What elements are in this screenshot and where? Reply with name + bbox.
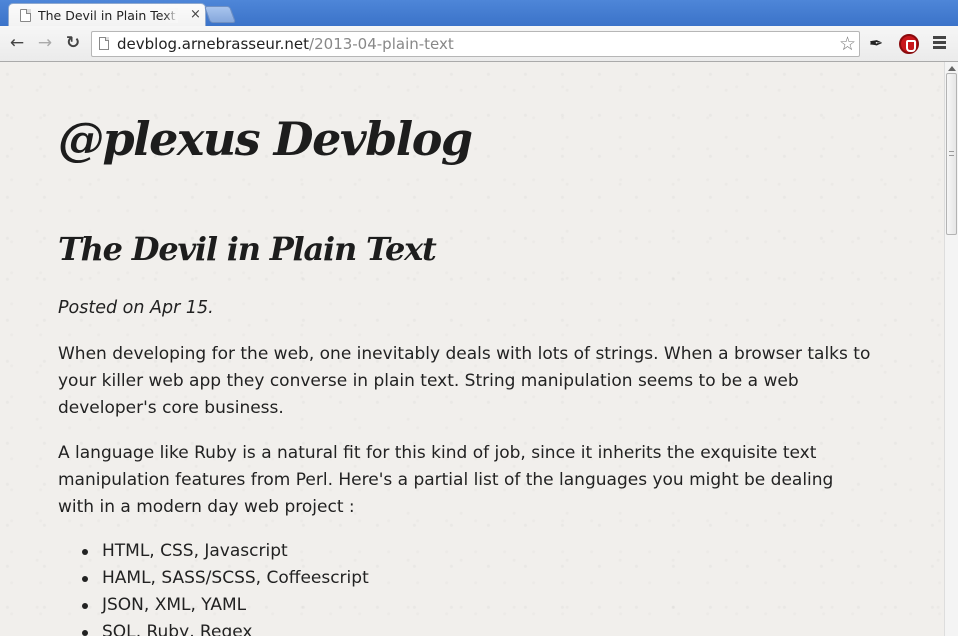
page-viewport: @plexus Devblog The Devil in Plain Text …	[0, 62, 944, 636]
forward-icon[interactable]: →	[35, 33, 55, 53]
list-item: HAML, SASS/SCSS, Coffeescript	[82, 565, 369, 592]
vertical-scrollbar[interactable]	[944, 62, 958, 636]
browser-toolbar: ← → ↻ devblog.arnebrasseur.net/2013-04-p…	[0, 26, 958, 62]
scrollbar-thumb[interactable]	[946, 73, 957, 235]
scroll-up-arrow-icon[interactable]	[948, 66, 956, 71]
back-icon[interactable]: ←	[7, 33, 27, 53]
paragraph: A language like Ruby is a natural fit fo…	[58, 443, 834, 517]
adblock-extension-icon[interactable]	[899, 34, 919, 54]
post-date: Posted on Apr 15.	[58, 298, 214, 318]
bookmark-star-icon[interactable]: ☆	[839, 33, 856, 55]
menu-icon[interactable]	[933, 36, 946, 51]
url-text[interactable]: devblog.arnebrasseur.net/2013-04-plain-t…	[117, 35, 454, 53]
grip-icon	[949, 151, 954, 156]
close-icon[interactable]: ×	[190, 7, 201, 23]
tab-strip: The Devil in Plain Text ×	[0, 0, 958, 27]
pin-extension-icon[interactable]: ✒	[869, 34, 883, 54]
paragraph: When developing for the web, one inevita…	[58, 344, 871, 418]
page-icon	[99, 37, 109, 50]
new-tab-button[interactable]	[203, 6, 237, 23]
site-title[interactable]: @plexus Devblog	[58, 112, 473, 166]
address-bar[interactable]: devblog.arnebrasseur.net/2013-04-plain-t…	[91, 31, 860, 57]
list-item: SQL, Ruby, Regex	[82, 619, 369, 636]
language-list: HTML, CSS, Javascript HAML, SASS/SCSS, C…	[82, 538, 369, 636]
tab-title: The Devil in Plain Text	[38, 8, 178, 23]
list-item: JSON, XML, YAML	[82, 592, 369, 619]
post-title: The Devil in Plain Text	[58, 230, 437, 268]
browser-tab[interactable]: The Devil in Plain Text ×	[8, 3, 206, 27]
url-host: devblog.arnebrasseur.net	[117, 35, 310, 53]
list-item: HTML, CSS, Javascript	[82, 538, 369, 565]
url-path: /2013-04-plain-text	[309, 35, 454, 53]
reload-icon[interactable]: ↻	[63, 33, 83, 53]
page-icon	[20, 9, 31, 22]
